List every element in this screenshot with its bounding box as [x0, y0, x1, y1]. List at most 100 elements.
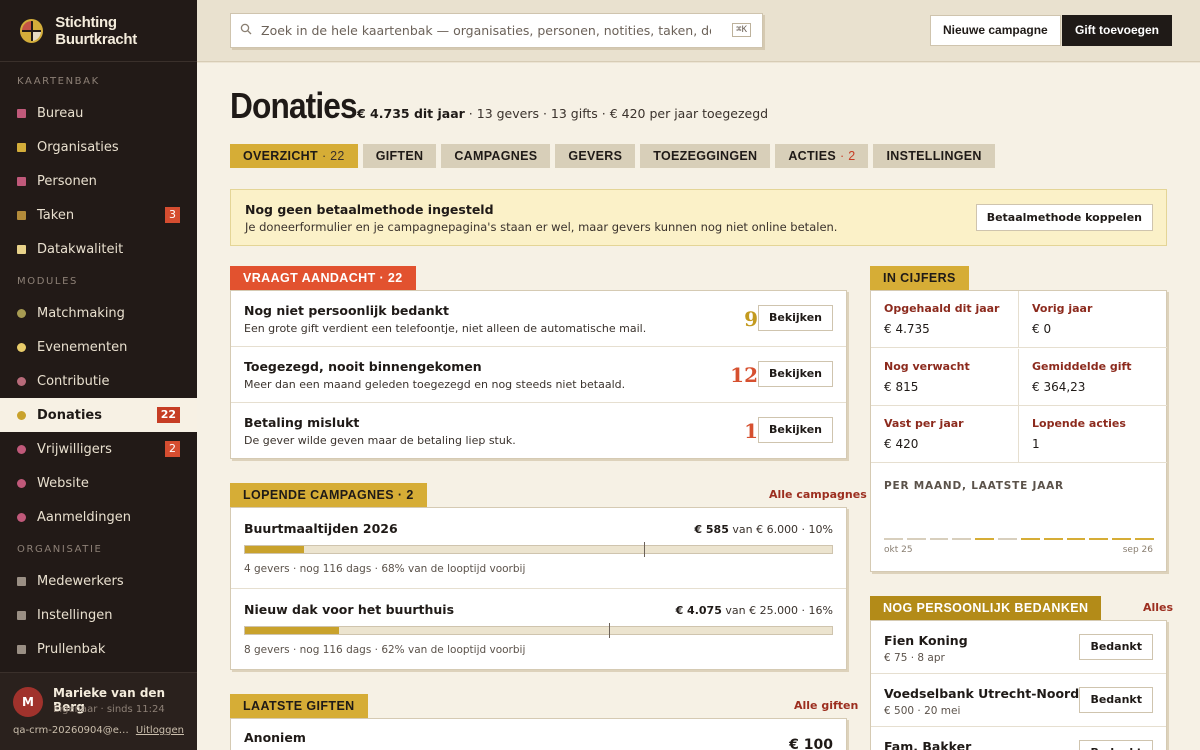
campaign-time-marker	[644, 542, 646, 557]
connect-payment-button[interactable]: Betaalmethode koppelen	[975, 204, 1153, 231]
sidebar: Stichting Buurtkracht KAARTENBAK Bureau Or…	[0, 0, 197, 750]
campaign-row[interactable]: Buurtmaaltijden 2026 € 585 van € 6.000 · …	[231, 508, 846, 589]
campaign-meta: 4 gevers · nog 116 dags · 68% van de loo…	[244, 563, 526, 575]
logout-link[interactable]: Uitloggen	[136, 725, 184, 736]
month-bar	[1043, 538, 1063, 540]
month-bar	[1066, 538, 1086, 540]
attention-count: 9	[744, 307, 758, 331]
stat-label: Vorig jaar	[1032, 302, 1093, 315]
month-bar	[998, 538, 1017, 540]
sidebar-nav: KAARTENBAK Bureau Organisaties Personen Take…	[0, 62, 197, 666]
all-campaigns-link[interactable]: Alle campagnes	[769, 488, 867, 501]
search-shortcut: ⌘K	[732, 23, 751, 37]
summary-total: € 4.735 dit jaar	[357, 106, 465, 121]
thanked-button[interactable]: Bedankt	[1079, 687, 1153, 713]
new-campaign-button[interactable]: Nieuwe campagne	[930, 15, 1061, 46]
count-badge: 22	[156, 407, 180, 423]
view-button[interactable]: Bekijken	[757, 305, 833, 331]
donor-name: Fien Koning	[884, 633, 968, 648]
sidebar-item-matchmaking[interactable]: Matchmaking	[0, 296, 197, 330]
square-bullet-icon	[17, 644, 26, 654]
sidebar-item-donaties[interactable]: Donaties 22	[0, 398, 197, 432]
sidebar-item-instellingen[interactable]: Instellingen	[0, 598, 197, 632]
gift-amount: € 100	[789, 737, 833, 750]
tab-acties[interactable]: ACTIES · 2	[775, 144, 869, 168]
stat-value: € 364,23	[1032, 379, 1086, 394]
monthly-sparkline	[884, 538, 1154, 541]
campaign-raised: € 585	[694, 523, 729, 536]
add-gift-button[interactable]: Gift toevoegen	[1062, 15, 1173, 46]
sidebar-item-personen[interactable]: Personen	[0, 164, 197, 198]
sidebar-item-label: Datakwaliteit	[37, 241, 124, 257]
campaign-goal: van € 6.000 · 10%	[728, 523, 833, 536]
tab-toezeggingen[interactable]: TOEZEGGINGEN	[640, 144, 771, 168]
sidebar-item-label: Instellingen	[37, 607, 113, 623]
global-search[interactable]: ⌘K	[230, 13, 763, 48]
tab-instellingen[interactable]: INSTELLINGEN	[873, 144, 995, 168]
stat-label: Gemiddelde gift	[1032, 359, 1132, 373]
thanked-button[interactable]: Bedankt	[1079, 740, 1153, 750]
campaign-time-marker	[608, 623, 610, 638]
search-input[interactable]	[261, 23, 711, 38]
sidebar-item-bureau[interactable]: Bureau	[0, 96, 197, 130]
avatar[interactable]: M	[13, 687, 43, 717]
all-thanks-link[interactable]: Alles	[1143, 601, 1173, 614]
sidebar-item-label: Donaties	[37, 407, 102, 423]
sidebar-item-organisaties[interactable]: Organisaties	[0, 130, 197, 164]
sidebar-item-datakwaliteit[interactable]: Datakwaliteit	[0, 232, 197, 266]
month-bar	[884, 538, 903, 540]
attention-count: 1	[744, 419, 758, 443]
sidebar-item-label: Matchmaking	[37, 305, 125, 321]
campaign-amount: € 4.075 van € 25.000 · 16%	[676, 604, 833, 617]
square-bullet-icon	[17, 210, 26, 220]
thanks-row: Voedselbank Utrecht-Noord € 500 · 20 mei B…	[871, 674, 1166, 727]
monthly-title: PER MAAND, LAATSTE JAAR	[884, 480, 1064, 492]
main-content: Donaties € 4.735 dit jaar · 13 gevers · …	[197, 63, 1200, 750]
sidebar-item-aanmeldingen[interactable]: Aanmeldingen	[0, 500, 197, 534]
stat-cell: Vast per jaar € 420	[871, 406, 1019, 463]
all-gifts-link[interactable]: Alle giften	[794, 699, 858, 712]
dot-bullet-icon	[17, 478, 26, 488]
latest-gifts-card: Anoniem € 100	[230, 718, 847, 750]
sidebar-item-evenementen[interactable]: Evenementen	[0, 330, 197, 364]
month-bar	[952, 538, 972, 540]
month-bar	[975, 538, 995, 540]
campaign-progress	[244, 623, 833, 638]
month-bar	[1089, 538, 1109, 540]
campaign-meta: 8 gevers · nog 116 dags · 62% van de loo…	[244, 644, 526, 656]
campaign-row[interactable]: Nieuw dak voor het buurthuis € 4.075 van …	[231, 589, 846, 670]
user-panel: M Marieke van den Berg Eigenaar · sinds …	[0, 672, 197, 750]
sidebar-item-contributie[interactable]: Contributie	[0, 364, 197, 398]
attention-description: Meer dan een maand geleden toegezegd en …	[244, 378, 626, 391]
tab-campagnes[interactable]: CAMPAGNES	[441, 144, 551, 168]
stat-cell: Nog verwacht € 815	[871, 348, 1019, 406]
thanks-row: Fien Koning € 75 · 8 apr Bedankt	[871, 621, 1166, 674]
sidebar-item-taken[interactable]: Taken 3	[0, 198, 197, 232]
user-role: Eigenaar · sinds 11:24	[53, 704, 165, 715]
tab-giften[interactable]: GIFTEN	[362, 144, 437, 168]
view-button[interactable]: Bekijken	[757, 361, 833, 387]
dot-bullet-icon	[17, 444, 26, 454]
campaigns-label: LOPENDE CAMPAGNES · 2	[230, 483, 427, 507]
campaigns-card: Buurtmaaltijden 2026 € 585 van € 6.000 · …	[230, 507, 847, 670]
view-button[interactable]: Bekijken	[757, 417, 833, 443]
brand[interactable]: Stichting Buurtkracht	[0, 0, 197, 62]
nav-section-title: ORGANISATIE	[17, 544, 103, 555]
sidebar-item-label: Prullenbak	[37, 641, 106, 657]
thanked-button[interactable]: Bedankt	[1079, 634, 1153, 660]
tab-overzicht[interactable]: OVERZICHT · 22	[230, 144, 358, 168]
sidebar-item-medewerkers[interactable]: Medewerkers	[0, 564, 197, 598]
sidebar-item-label: Personen	[37, 173, 97, 189]
gift-row[interactable]: Anoniem € 100	[231, 719, 846, 750]
sidebar-item-label: Organisaties	[37, 139, 119, 155]
sidebar-item-vrijwilligers[interactable]: Vrijwilligers 2	[0, 432, 197, 466]
month-bar	[906, 538, 926, 540]
tab-label: OVERZICHT	[243, 149, 318, 163]
tab-gevers[interactable]: GEVERS	[555, 144, 636, 168]
sidebar-item-prullenbak[interactable]: Prullenbak	[0, 632, 197, 666]
nav-section-title: MODULES	[17, 276, 78, 287]
sidebar-item-website[interactable]: Website	[0, 466, 197, 500]
square-bullet-icon	[17, 610, 26, 620]
month-bar	[1112, 538, 1132, 540]
stat-cell: Gemiddelde gift € 364,23	[1019, 349, 1167, 406]
